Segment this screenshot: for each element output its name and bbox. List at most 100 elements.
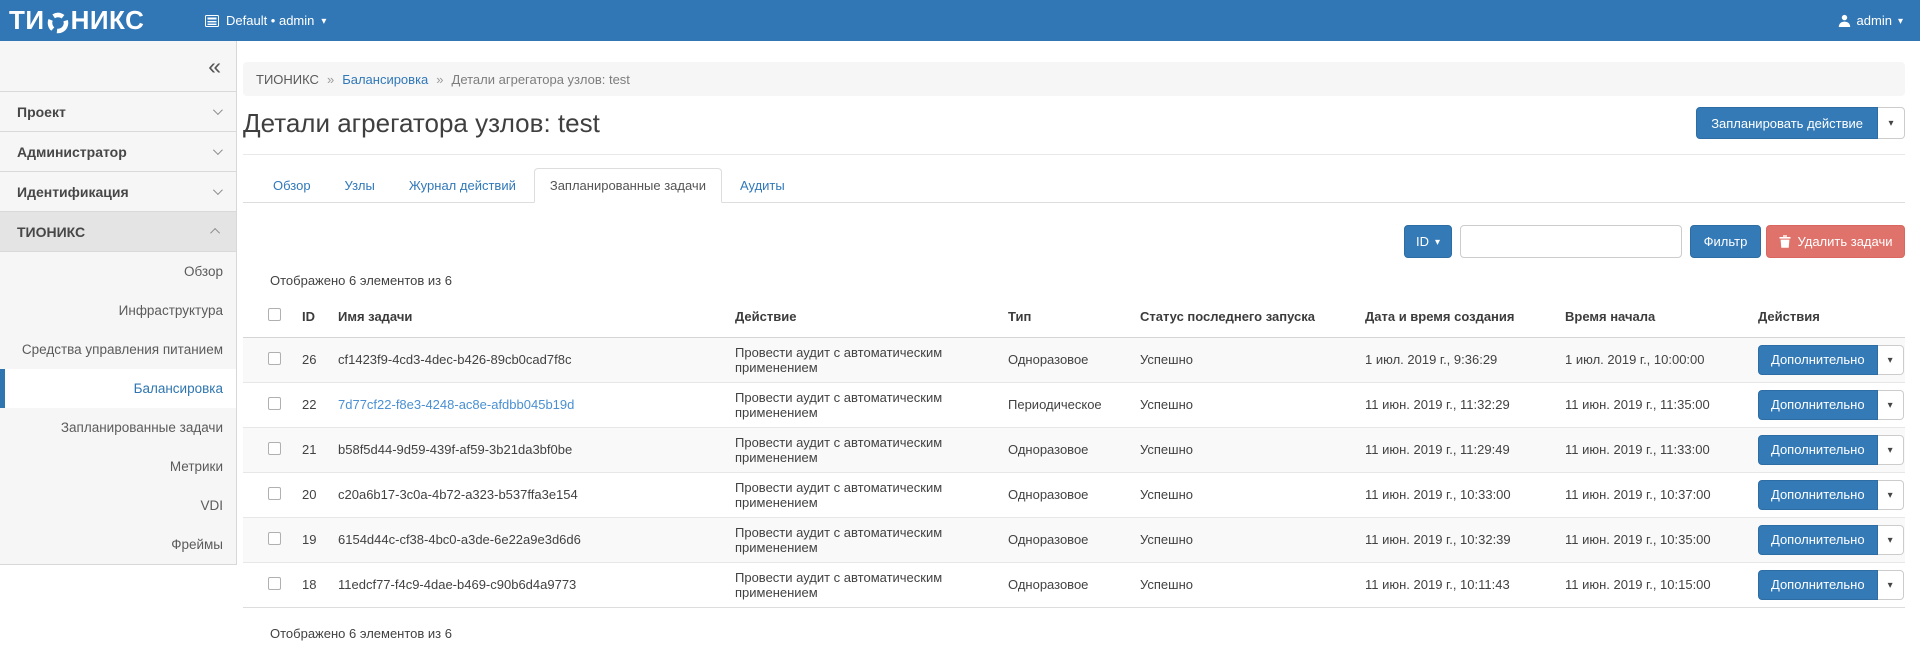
cell-id: 19: [294, 517, 330, 562]
chevron-up-icon: [210, 228, 220, 238]
more-actions-caret-button[interactable]: ▾: [1878, 570, 1904, 600]
cell-task-name: 6154d44c-cf38-4bc0-a3de-6e22a9e3d6d6: [330, 517, 727, 562]
tab-аудиты[interactable]: Аудиты: [724, 168, 801, 203]
more-actions-button[interactable]: Дополнительно: [1758, 570, 1878, 600]
items-count-bottom: Отображено 6 элементов из 6: [270, 626, 1905, 641]
row-actions-split-button: Дополнительно ▾: [1758, 390, 1904, 420]
more-actions-button[interactable]: Дополнительно: [1758, 435, 1878, 465]
cell-id: 26: [294, 337, 330, 382]
cell-id: 22: [294, 382, 330, 427]
column-header-action: Действие: [727, 296, 1000, 337]
cell-created: 11 июн. 2019 г., 10:32:39: [1357, 517, 1557, 562]
tab-запланированные-задачи[interactable]: Запланированные задачи: [534, 168, 722, 203]
cell-type: Одноразовое: [1000, 472, 1132, 517]
tab-label[interactable]: Узлы: [329, 168, 391, 203]
sidebar-section-проект[interactable]: Проект: [0, 92, 236, 132]
cell-type: Одноразовое: [1000, 337, 1132, 382]
breadcrumb-item: Детали агрегатора узлов: test: [452, 72, 630, 87]
cell-created: 11 июн. 2019 г., 11:29:49: [1357, 427, 1557, 472]
more-actions-button[interactable]: Дополнительно: [1758, 525, 1878, 555]
tab-label[interactable]: Обзор: [257, 168, 327, 203]
caret-down-icon: ▾: [1888, 119, 1893, 129]
sidebar-section-label: Идентификация: [17, 184, 129, 200]
cell-status: Успешно: [1132, 472, 1357, 517]
column-header-name: Имя задачи: [330, 296, 727, 337]
page-title: Детали агрегатора узлов: test: [243, 108, 600, 139]
row-checkbox[interactable]: [268, 352, 281, 365]
sidebar-item-запланированные-задачи[interactable]: Запланированные задачи: [0, 408, 236, 447]
more-actions-button[interactable]: Дополнительно: [1758, 345, 1878, 375]
cell-created: 11 июн. 2019 г., 10:33:00: [1357, 472, 1557, 517]
schedule-action-button[interactable]: Запланировать действие: [1696, 107, 1878, 139]
row-checkbox[interactable]: [268, 532, 281, 545]
row-checkbox[interactable]: [268, 487, 281, 500]
row-actions-split-button: Дополнительно ▾: [1758, 570, 1904, 600]
row-checkbox[interactable]: [268, 577, 281, 590]
more-actions-button[interactable]: Дополнительно: [1758, 390, 1878, 420]
sidebar-item-инфраструктура[interactable]: Инфраструктура: [0, 291, 236, 330]
sidebar-section-идентификация[interactable]: Идентификация: [0, 172, 236, 212]
sidebar-item-обзор[interactable]: Обзор: [0, 252, 236, 291]
cell-type: Одноразовое: [1000, 562, 1132, 607]
cell-created: 11 июн. 2019 г., 10:11:43: [1357, 562, 1557, 607]
tab-обзор[interactable]: Обзор: [257, 168, 327, 203]
more-actions-caret-button[interactable]: ▾: [1878, 480, 1904, 510]
cell-started: 11 июн. 2019 г., 11:35:00: [1557, 382, 1750, 427]
cell-status: Успешно: [1132, 337, 1357, 382]
sidebar-item-фреймы[interactable]: Фреймы: [0, 525, 236, 564]
cell-action: Провести аудит с автоматическим применен…: [727, 427, 1000, 472]
cell-created: 11 июн. 2019 г., 11:32:29: [1357, 382, 1557, 427]
tab-журнал-действий[interactable]: Журнал действий: [393, 168, 532, 203]
chevron-down-icon: [213, 185, 223, 195]
sidebar-collapse-button[interactable]: «: [0, 41, 236, 92]
sidebar-section-label: Проект: [17, 104, 66, 120]
cell-id: 20: [294, 472, 330, 517]
caret-down-icon: ▾: [1898, 17, 1903, 27]
tasks-table: ID Имя задачи Действие Тип Статус послед…: [243, 296, 1905, 608]
select-all-checkbox[interactable]: [268, 308, 281, 321]
filter-toolbar: ID ▾ Фильтр Удалить задачи: [1404, 225, 1905, 258]
caret-down-icon: ▾: [1888, 401, 1893, 411]
breadcrumb-link[interactable]: Балансировка: [342, 72, 428, 87]
cell-started: 11 июн. 2019 г., 10:37:00: [1557, 472, 1750, 517]
trash-icon: [1779, 235, 1791, 248]
column-header-type: Тип: [1000, 296, 1132, 337]
delete-tasks-label: Удалить задачи: [1798, 234, 1893, 249]
sidebar-item-vdi[interactable]: VDI: [0, 486, 236, 525]
tab-label[interactable]: Журнал действий: [393, 168, 532, 203]
more-actions-caret-button[interactable]: ▾: [1878, 525, 1904, 555]
more-actions-caret-button[interactable]: ▾: [1878, 390, 1904, 420]
caret-down-icon: ▾: [1888, 581, 1893, 591]
caret-down-icon: ▾: [1435, 238, 1440, 248]
filter-button[interactable]: Фильтр: [1690, 225, 1761, 258]
table-row: 20 c20a6b17-3c0a-4b72-a323-b537ffa3e154 …: [243, 472, 1905, 517]
table-row: 26 cf1423f9-4cd3-4dec-b426-89cb0cad7f8c …: [243, 337, 1905, 382]
cell-type: Периодическое: [1000, 382, 1132, 427]
sidebar-section-администратор[interactable]: Администратор: [0, 132, 236, 172]
more-actions-caret-button[interactable]: ▾: [1878, 345, 1904, 375]
tab-label[interactable]: Аудиты: [724, 168, 801, 203]
search-input[interactable]: [1460, 225, 1682, 258]
delete-tasks-button[interactable]: Удалить задачи: [1766, 225, 1905, 258]
tab-узлы[interactable]: Узлы: [329, 168, 391, 203]
user-menu[interactable]: admin ▾: [1838, 0, 1903, 41]
sidebar-item-балансировка[interactable]: Балансировка: [0, 369, 236, 408]
cell-action: Провести аудит с автоматическим применен…: [727, 562, 1000, 607]
row-checkbox[interactable]: [268, 442, 281, 455]
sidebar-item-средства-управления-питанием[interactable]: Средства управления питанием: [0, 330, 236, 369]
sidebar-section-тионикс[interactable]: ТИОНИКС: [0, 212, 236, 252]
more-actions-caret-button[interactable]: ▾: [1878, 435, 1904, 465]
filter-field-dropdown[interactable]: ID ▾: [1404, 225, 1452, 258]
row-checkbox[interactable]: [268, 397, 281, 410]
project-context-dropdown[interactable]: Default • admin ▾: [205, 0, 326, 41]
tab-label[interactable]: Запланированные задачи: [534, 168, 722, 203]
sidebar-item-метрики[interactable]: Метрики: [0, 447, 236, 486]
schedule-action-caret-button[interactable]: ▾: [1878, 107, 1905, 139]
column-header-created: Дата и время создания: [1357, 296, 1557, 337]
task-name-link[interactable]: 7d77cf22-f8e3-4248-ac8e-afdbb045b19d: [338, 397, 574, 412]
breadcrumb-separator: »: [327, 72, 334, 87]
cell-started: 11 июн. 2019 г., 11:33:00: [1557, 427, 1750, 472]
user-icon: [1838, 14, 1851, 27]
more-actions-button[interactable]: Дополнительно: [1758, 480, 1878, 510]
cell-status: Успешно: [1132, 427, 1357, 472]
